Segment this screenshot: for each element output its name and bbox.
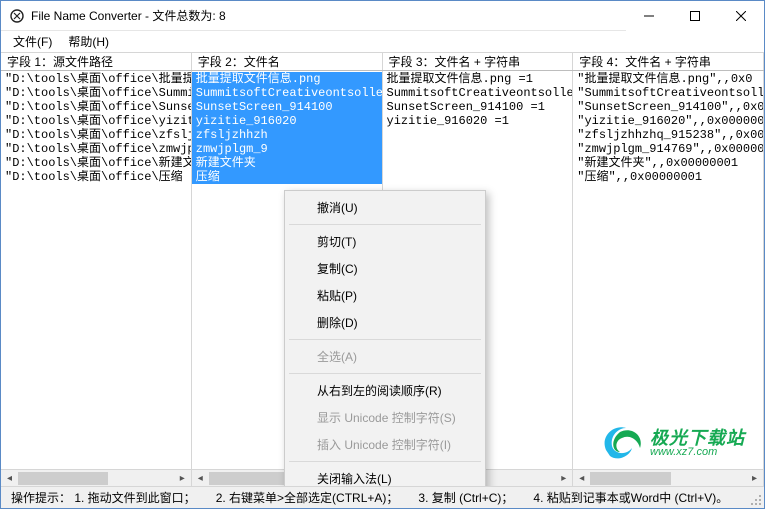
col1-list[interactable]: "D:\tools\桌面\office\批量提 "D:\tools\桌面\off… bbox=[1, 71, 191, 469]
scroll-left-icon[interactable]: ◂ bbox=[1, 470, 18, 487]
list-item[interactable]: "zfsljzhhzhq_915238",,0x000 bbox=[573, 128, 763, 142]
list-item[interactable]: "SunsetScreen_914100",,0x000 bbox=[573, 100, 763, 114]
col4: "批量提取文件信息.png",,0x0 "SummitsoftCreativeo… bbox=[573, 71, 764, 486]
list-item[interactable]: yizitie_916020 =1 bbox=[383, 114, 573, 128]
ctx-cut[interactable]: 剪切(T) bbox=[287, 228, 483, 255]
list-item[interactable]: SunsetScreen_914100 bbox=[192, 100, 382, 114]
scroll-thumb[interactable] bbox=[209, 472, 284, 485]
list-item[interactable]: "压缩",,0x00000001 bbox=[573, 170, 763, 184]
list-item[interactable]: "D:\tools\桌面\office\yizitie bbox=[1, 114, 191, 128]
ctx-close-ime[interactable]: 关闭输入法(L) bbox=[287, 465, 483, 486]
col4-hscrollbar[interactable]: ◂ ▸ bbox=[573, 469, 763, 486]
resize-grip-icon[interactable] bbox=[748, 492, 762, 506]
list-item[interactable]: "D:\tools\桌面\office\压缩 bbox=[1, 170, 191, 184]
status-seg-3: 3. 复制 (Ctrl+C)； bbox=[408, 489, 523, 506]
ctx-rtl-reading[interactable]: 从右到左的阅读顺序(R) bbox=[287, 377, 483, 404]
header-col1[interactable]: 字段 1：源文件路径 bbox=[1, 53, 192, 70]
scroll-left-icon[interactable]: ◂ bbox=[192, 470, 209, 487]
statusbar: 操作提示： 1. 拖动文件到此窗口； 2. 右键菜单>全部选定(CTRL+A)；… bbox=[1, 486, 764, 508]
ctx-separator bbox=[289, 339, 481, 340]
ctx-copy[interactable]: 复制(C) bbox=[287, 255, 483, 282]
scroll-right-icon[interactable]: ▸ bbox=[555, 470, 572, 487]
status-seg-2: 2. 右键菜单>全部选定(CTRL+A)； bbox=[206, 489, 409, 506]
ctx-undo[interactable]: 撤消(U) bbox=[287, 194, 483, 221]
status-seg-1: 操作提示： 1. 拖动文件到此窗口； bbox=[1, 489, 206, 506]
scroll-track[interactable] bbox=[590, 470, 746, 487]
scroll-right-icon[interactable]: ▸ bbox=[746, 470, 763, 487]
col4-list[interactable]: "批量提取文件信息.png",,0x0 "SummitsoftCreativeo… bbox=[573, 71, 763, 469]
list-item[interactable]: "D:\tools\桌面\office\zfsljzh bbox=[1, 128, 191, 142]
list-item[interactable]: zmwjplgm_9 bbox=[192, 142, 382, 156]
col1: "D:\tools\桌面\office\批量提 "D:\tools\桌面\off… bbox=[1, 71, 192, 486]
list-item[interactable]: 批量提取文件信息.png =1 bbox=[383, 72, 573, 86]
list-item[interactable]: "批量提取文件信息.png",,0x0 bbox=[573, 72, 763, 86]
header-col3[interactable]: 字段 3：文件名 + 字符串 bbox=[383, 53, 574, 70]
list-item[interactable]: SummitsoftCreativeontsollect bbox=[192, 86, 382, 100]
menu-help[interactable]: 帮助(H) bbox=[60, 31, 117, 52]
list-item[interactable]: SunsetScreen_914100 =1 bbox=[383, 100, 573, 114]
column-headers: 字段 1：源文件路径 字段 2：文件名 字段 3：文件名 + 字符串 字段 4：… bbox=[1, 53, 764, 71]
context-menu: 撤消(U) 剪切(T) 复制(C) 粘贴(P) 删除(D) 全选(A) 从右到左… bbox=[284, 190, 486, 486]
status-seg-4: 4. 粘贴到记事本或Word中 (Ctrl+V)。 bbox=[523, 489, 738, 506]
list-item[interactable]: yizitie_916020 bbox=[192, 114, 382, 128]
header-col2[interactable]: 字段 2：文件名 bbox=[192, 53, 383, 70]
list-item[interactable]: "D:\tools\桌面\office\Summits bbox=[1, 86, 191, 100]
ctx-separator bbox=[289, 224, 481, 225]
scroll-thumb[interactable] bbox=[590, 472, 671, 485]
list-item[interactable]: 新建文件夹 bbox=[192, 156, 382, 170]
columns-area: "D:\tools\桌面\office\批量提 "D:\tools\桌面\off… bbox=[1, 71, 764, 486]
list-item[interactable]: "zmwjplgm_914769",,0x000000 bbox=[573, 142, 763, 156]
app-window: File Name Converter - 文件总数为: 8 文件(F) 帮助(… bbox=[0, 0, 765, 509]
app-icon bbox=[9, 8, 25, 24]
list-item[interactable]: SummitsoftCreativeontsollect bbox=[383, 86, 573, 100]
scroll-track[interactable] bbox=[18, 470, 174, 487]
close-button[interactable] bbox=[718, 1, 764, 31]
ctx-insert-unicode[interactable]: 插入 Unicode 控制字符(I) bbox=[287, 431, 483, 458]
window-title: File Name Converter - 文件总数为: 8 bbox=[31, 7, 226, 24]
list-item[interactable]: "D:\tools\桌面\office\批量提 bbox=[1, 72, 191, 86]
header-col4[interactable]: 字段 4：文件名 + 字符串 bbox=[573, 53, 764, 70]
ctx-show-unicode[interactable]: 显示 Unicode 控制字符(S) bbox=[287, 404, 483, 431]
maximize-button[interactable] bbox=[672, 1, 718, 31]
ctx-separator bbox=[289, 373, 481, 374]
list-item[interactable]: "新建文件夹",,0x00000001 bbox=[573, 156, 763, 170]
minimize-button[interactable] bbox=[626, 1, 672, 31]
scroll-thumb[interactable] bbox=[18, 472, 108, 485]
list-item[interactable]: "SummitsoftCreativeontsollect bbox=[573, 86, 763, 100]
list-item[interactable]: 压缩 bbox=[192, 170, 382, 184]
ctx-delete[interactable]: 删除(D) bbox=[287, 309, 483, 336]
list-item[interactable]: 批量提取文件信息.png bbox=[192, 72, 382, 86]
list-item[interactable]: "D:\tools\桌面\office\新建文 bbox=[1, 156, 191, 170]
list-item[interactable]: zfsljzhhzh bbox=[192, 128, 382, 142]
list-item[interactable]: "yizitie_916020",,0x0000000 bbox=[573, 114, 763, 128]
scroll-right-icon[interactable]: ▸ bbox=[174, 470, 191, 487]
ctx-select-all[interactable]: 全选(A) bbox=[287, 343, 483, 370]
col1-hscrollbar[interactable]: ◂ ▸ bbox=[1, 469, 191, 486]
titlebar: File Name Converter - 文件总数为: 8 bbox=[1, 1, 764, 31]
list-item[interactable]: "D:\tools\桌面\office\zmwjplg bbox=[1, 142, 191, 156]
list-item[interactable]: "D:\tools\桌面\office\SunsetS bbox=[1, 100, 191, 114]
ctx-separator bbox=[289, 461, 481, 462]
menubar: 文件(F) 帮助(H) bbox=[1, 31, 764, 53]
ctx-paste[interactable]: 粘贴(P) bbox=[287, 282, 483, 309]
scroll-left-icon[interactable]: ◂ bbox=[573, 470, 590, 487]
menu-file[interactable]: 文件(F) bbox=[5, 31, 60, 52]
